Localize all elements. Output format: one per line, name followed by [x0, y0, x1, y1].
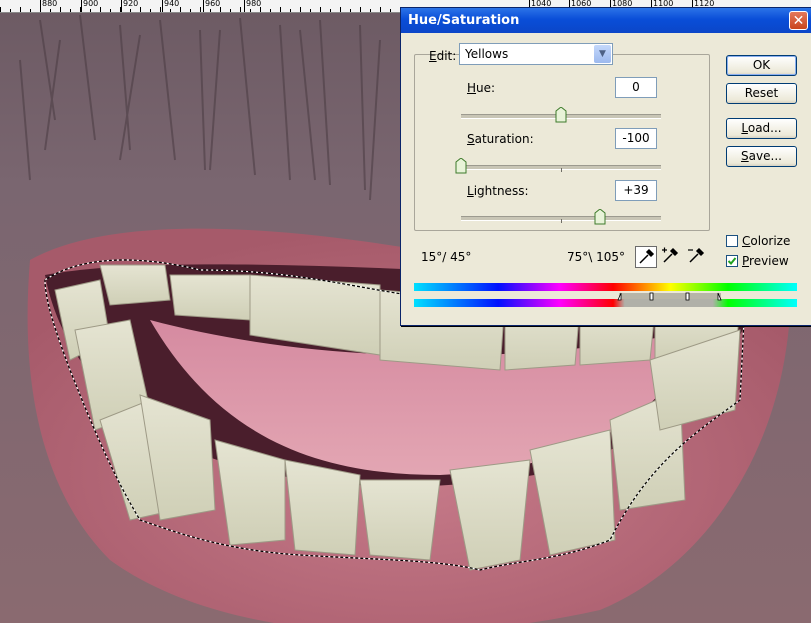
ruler-minor-tick: [180, 7, 181, 12]
checkmark-icon: [727, 257, 737, 265]
ruler-minor-tick: [250, 9, 251, 12]
lightness-input[interactable]: +39: [615, 180, 657, 201]
hue-saturation-dialog: Hue/Saturation ✕ Edit: Yellows ▼ Hue: 0 …: [400, 7, 811, 326]
ruler-minor-tick: [20, 7, 21, 12]
ruler-minor-tick: [340, 7, 341, 12]
ruler-minor-tick: [300, 7, 301, 12]
output-spectrum-bar: [414, 299, 797, 307]
ruler-major-tick: [203, 0, 204, 12]
colorize-label: Colorize: [742, 234, 791, 248]
ruler-minor-tick: [230, 9, 231, 12]
ruler-major-tick: [244, 0, 245, 12]
lightness-label: Lightness:: [467, 184, 529, 198]
ruler-tick-label: 980: [246, 0, 262, 8]
input-spectrum-bar: [414, 283, 797, 291]
eyedropper-plus-button[interactable]: [660, 246, 682, 268]
adjustment-group: [414, 54, 710, 231]
ruler-minor-tick: [370, 9, 371, 12]
ruler-minor-tick: [330, 9, 331, 12]
ruler-minor-tick: [30, 9, 31, 12]
ruler-minor-tick: [380, 7, 381, 12]
hue-input[interactable]: 0: [615, 77, 657, 98]
ruler-minor-tick: [200, 7, 201, 12]
ruler-minor-tick: [360, 7, 361, 12]
ruler-minor-tick: [150, 9, 151, 12]
saturation-input[interactable]: -100: [615, 128, 657, 149]
hue-slider-thumb[interactable]: [554, 107, 568, 123]
eyedropper-plus-icon: [662, 247, 679, 263]
ruler-minor-tick: [100, 7, 101, 12]
range-left-readout: 15°/ 45°: [421, 250, 472, 264]
close-button[interactable]: ✕: [789, 11, 808, 30]
eyedropper-button[interactable]: [635, 246, 657, 268]
edit-label: Edit:: [429, 49, 457, 63]
chevron-down-icon[interactable]: ▼: [594, 45, 611, 63]
edit-channel-select[interactable]: Yellows ▼: [459, 43, 613, 65]
reset-button[interactable]: Reset: [726, 83, 797, 104]
ruler-minor-tick: [240, 7, 241, 12]
ruler-tick-label: 940: [164, 0, 180, 8]
ruler-minor-tick: [170, 9, 171, 12]
colorize-checkbox[interactable]: [726, 235, 738, 247]
ruler-minor-tick: [210, 9, 211, 12]
ruler-minor-tick: [80, 7, 81, 12]
ruler-minor-tick: [220, 7, 221, 12]
ruler-minor-tick: [10, 9, 11, 12]
ruler-minor-tick: [350, 9, 351, 12]
ruler-minor-tick: [290, 9, 291, 12]
ruler-minor-tick: [130, 9, 131, 12]
ruler-minor-tick: [320, 7, 321, 12]
eyedropper-minus-button[interactable]: [686, 246, 708, 268]
range-right-readout: 75°\ 105°: [567, 250, 626, 264]
lightness-mid-tick: [561, 219, 562, 223]
load-button[interactable]: Load...: [726, 118, 797, 139]
ruler-minor-tick: [60, 7, 61, 12]
ruler-minor-tick: [260, 7, 261, 12]
ruler-minor-tick: [280, 7, 281, 12]
ruler-minor-tick: [110, 9, 111, 12]
dialog-title: Hue/Saturation: [408, 13, 520, 28]
ruler-minor-tick: [140, 7, 141, 12]
eyedropper-icon: [639, 248, 655, 264]
range-handles[interactable]: [615, 291, 725, 301]
eyedropper-minus-icon: [688, 247, 705, 263]
ruler-minor-tick: [160, 7, 161, 12]
preview-label: Preview: [742, 254, 789, 268]
ruler-major-tick: [121, 0, 122, 12]
ruler-minor-tick: [90, 9, 91, 12]
saturation-label: Saturation:: [467, 132, 534, 146]
preview-checkbox[interactable]: [726, 255, 738, 267]
lightness-slider-thumb[interactable]: [593, 209, 607, 225]
ruler-minor-tick: [190, 9, 191, 12]
ruler-major-tick: [81, 0, 82, 12]
ruler-major-tick: [162, 0, 163, 12]
ruler-tick-label: 960: [205, 0, 221, 8]
ruler-minor-tick: [0, 7, 1, 12]
ruler-tick-label: 920: [123, 0, 139, 8]
saturation-slider-thumb[interactable]: [454, 158, 468, 174]
hue-label: Hue:: [467, 81, 496, 95]
ruler-tick-label: 880: [42, 0, 58, 8]
close-icon: ✕: [792, 13, 805, 29]
ok-button[interactable]: OK: [726, 55, 797, 76]
ruler-minor-tick: [50, 9, 51, 12]
ruler-minor-tick: [390, 9, 391, 12]
ruler-minor-tick: [40, 7, 41, 12]
ruler-minor-tick: [270, 9, 271, 12]
ruler-tick-label: 900: [83, 0, 99, 8]
ruler-minor-tick: [70, 9, 71, 12]
save-button[interactable]: Save...: [726, 146, 797, 167]
edit-channel-value: Yellows: [465, 47, 509, 61]
ruler-minor-tick: [310, 9, 311, 12]
ruler-minor-tick: [120, 7, 121, 12]
saturation-mid-tick: [561, 168, 562, 172]
dialog-titlebar[interactable]: Hue/Saturation ✕: [401, 8, 811, 33]
